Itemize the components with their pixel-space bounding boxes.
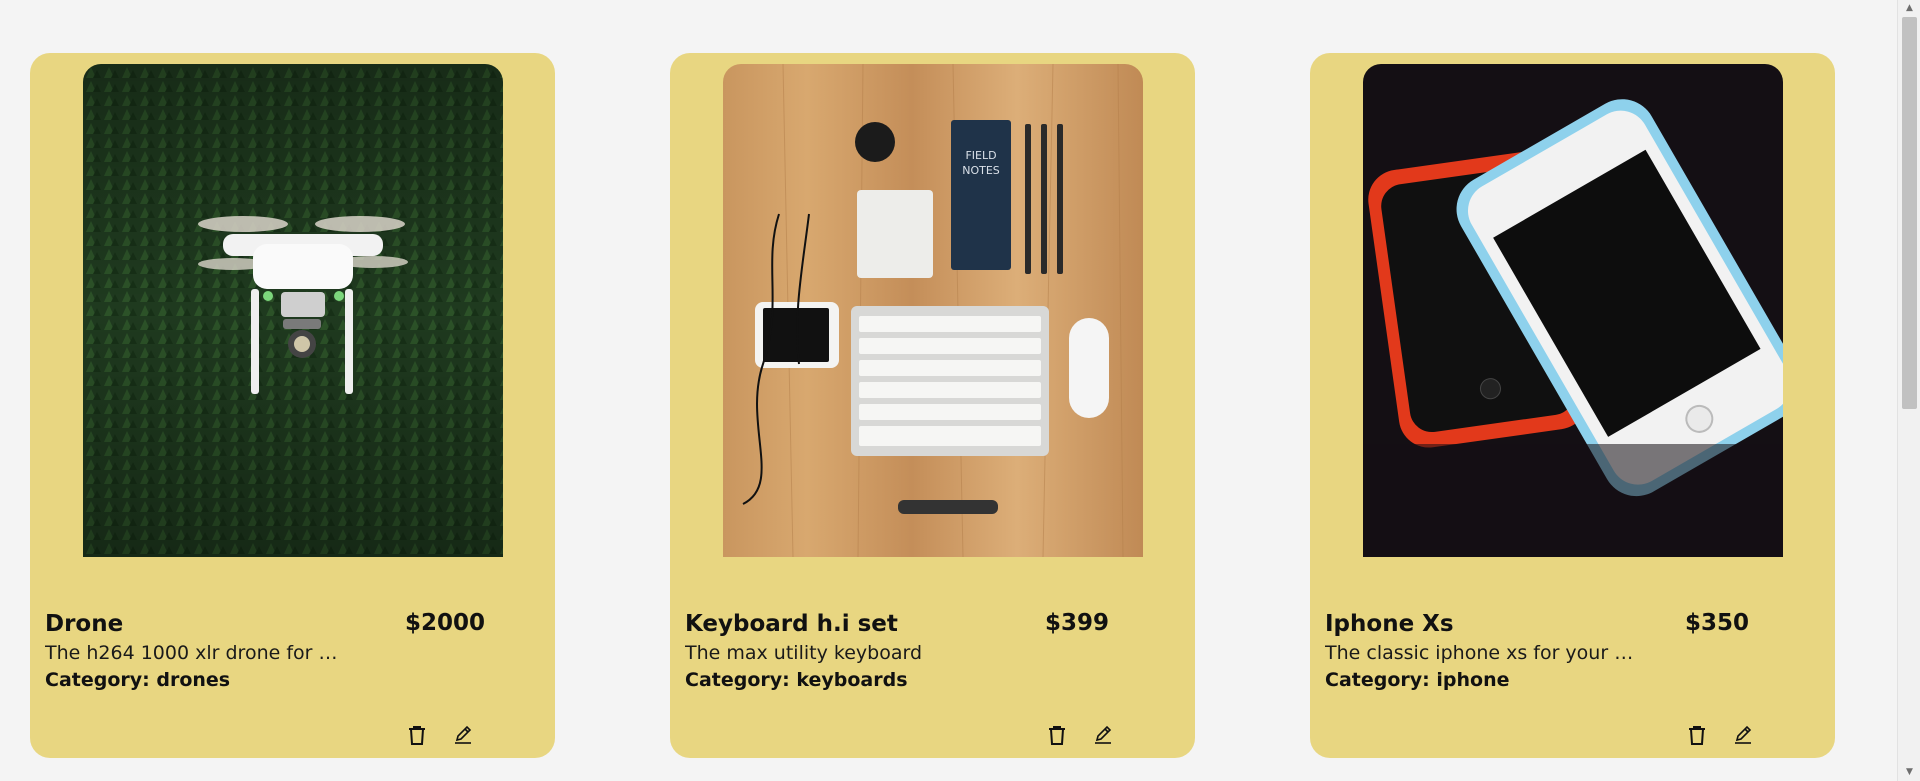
product-price: $399 — [1045, 610, 1110, 636]
product-image-drone — [83, 64, 503, 557]
trash-icon[interactable] — [405, 723, 429, 747]
product-category: Category: iphone — [1325, 669, 1509, 691]
product-image-iphone — [1363, 64, 1783, 557]
category-label: Category: — [45, 669, 150, 691]
card-actions — [405, 723, 475, 747]
product-category: Category: keyboards — [685, 669, 908, 691]
product-card: FIELD NOTES Keyboard h.i set The max uti… — [670, 53, 1195, 758]
card-actions — [1685, 723, 1755, 747]
pencil-icon[interactable] — [1731, 723, 1755, 747]
svg-text:FIELD: FIELD — [965, 149, 996, 162]
product-category: Category: drones — [45, 669, 230, 691]
vertical-scrollbar[interactable]: ▲ ▼ — [1897, 0, 1920, 781]
product-card: Drone The h264 1000 xlr drone for max ..… — [30, 53, 555, 758]
product-price: $2000 — [405, 610, 486, 636]
pencil-icon[interactable] — [451, 723, 475, 747]
scroll-up-arrow-icon[interactable]: ▲ — [1898, 0, 1920, 17]
product-grid: Drone The h264 1000 xlr drone for max ..… — [0, 0, 1897, 781]
product-description: The max utility keyboard — [685, 642, 922, 664]
category-label: Category: — [1325, 669, 1430, 691]
scroll-down-arrow-icon[interactable]: ▼ — [1898, 764, 1920, 781]
category-label: Category: — [685, 669, 790, 691]
trash-icon[interactable] — [1685, 723, 1709, 747]
product-description: The h264 1000 xlr drone for max ... — [45, 642, 355, 664]
product-card: Iphone Xs The classic iphone xs for your… — [1310, 53, 1835, 758]
product-name: Drone — [45, 611, 124, 637]
category-value: iphone — [1436, 669, 1510, 691]
product-description: The classic iphone xs for your ide... — [1325, 642, 1635, 664]
pencil-icon[interactable] — [1091, 723, 1115, 747]
svg-text:NOTES: NOTES — [962, 164, 1000, 177]
trash-icon[interactable] — [1045, 723, 1069, 747]
card-actions — [1045, 723, 1115, 747]
category-value: drones — [156, 669, 231, 691]
product-name: Iphone Xs — [1325, 611, 1454, 637]
scrollbar-thumb[interactable] — [1902, 17, 1917, 409]
product-price: $350 — [1685, 610, 1750, 636]
product-name: Keyboard h.i set — [685, 611, 898, 637]
product-image-keyboard: FIELD NOTES — [723, 64, 1143, 557]
category-value: keyboards — [796, 669, 908, 691]
